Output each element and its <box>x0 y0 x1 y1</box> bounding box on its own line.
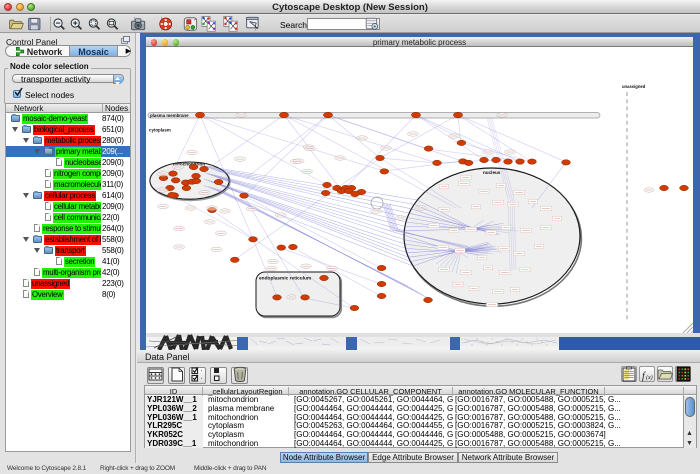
svg-text:nucleus: nucleus <box>483 170 501 175</box>
svg-text:cytoplasm: cytoplasm <box>149 128 171 133</box>
svg-text:plasma membrane: plasma membrane <box>150 113 189 118</box>
svg-text:endoplasmic reticulum: endoplasmic reticulum <box>259 276 311 282</box>
svg-text:unassigned: unassigned <box>622 84 646 89</box>
svg-text:(x): (x) <box>646 374 653 381</box>
